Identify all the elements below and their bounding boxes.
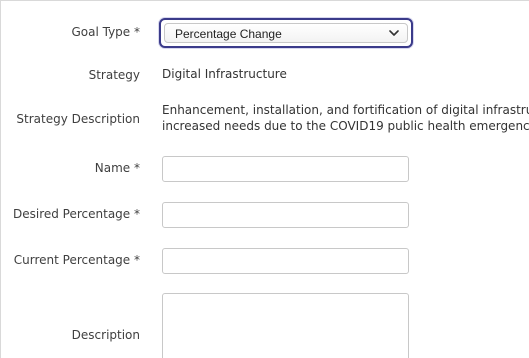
name-field[interactable] [162, 156, 409, 182]
goal-type-label: Goal Type * [71, 25, 140, 39]
name-label: Name * [94, 161, 140, 175]
description-textarea[interactable] [162, 293, 409, 358]
current-percentage-label: Current Percentage * [13, 253, 140, 267]
current-percentage-field[interactable] [162, 248, 409, 274]
desired-percentage-field[interactable] [162, 202, 409, 228]
goal-form: Goal Type * Percentage Change Strategy D… [0, 0, 529, 358]
goal-type-select-box[interactable]: Percentage Change [164, 23, 408, 43]
desired-percentage-label: Desired Percentage * [12, 207, 140, 221]
description-label: Description [71, 328, 140, 342]
goal-type-select[interactable]: Percentage Change [159, 18, 413, 48]
strategy-description-line-1: Enhancement, installation, and fortifica… [162, 103, 529, 117]
strategy-value: Digital Infrastructure [162, 67, 287, 81]
strategy-description-line-2: increased needs due to the COVID19 publi… [162, 119, 529, 133]
chevron-down-icon [389, 30, 399, 36]
goal-type-selected-value: Percentage Change [175, 27, 282, 41]
strategy-description-label: Strategy Description [16, 112, 140, 126]
strategy-label: Strategy [88, 68, 140, 82]
